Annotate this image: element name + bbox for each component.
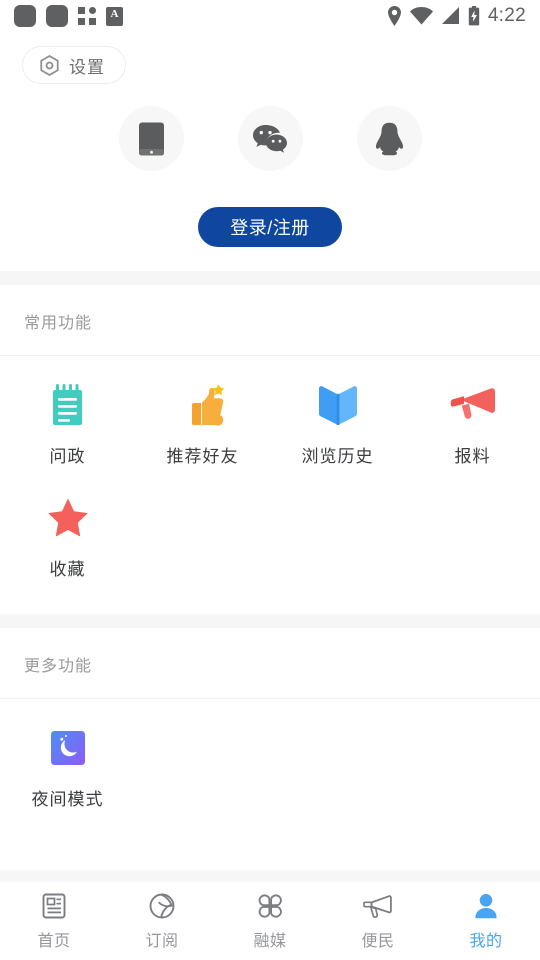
mobile-phone-icon [138,122,164,155]
nav-item-label: 融媒 [253,932,287,950]
location-pin-icon [387,6,401,26]
wechat-icon [253,124,287,153]
megaphone-outline-icon [363,894,392,918]
login-button-wrap: 登录/注册 [0,207,540,247]
cellular-signal-icon [441,7,459,24]
wechat-login-button[interactable] [237,106,303,171]
app-grid-icon [78,7,96,25]
status-bar: A 4:22 [0,0,540,32]
grid-item-label: 收藏 [49,560,86,579]
nav-item-label: 便民 [361,932,395,950]
grid-item-browse-history[interactable]: 浏览历史 [270,382,405,467]
grid-item-night-mode[interactable]: 夜间模式 [0,725,135,810]
section-divider-band [0,271,540,285]
nav-item-mine[interactable]: 我的 [432,892,540,951]
section-divider-band [0,614,540,628]
night-mode-moon-icon [48,725,88,771]
status-bar-left-icons: A [14,5,123,27]
login-methods [0,106,540,171]
grid-item-favorites[interactable]: 收藏 [0,495,135,580]
status-bar-clock: 4:22 [487,5,526,26]
nav-item-label: 首页 [37,932,71,950]
settings-label: 设置 [69,57,105,77]
grid-item-report-news[interactable]: 报料 [405,382,540,467]
person-icon [475,893,497,918]
thumbs-up-star-icon [180,382,226,428]
grid-item-label: 夜间模式 [31,790,104,809]
grid-item-label: 问政 [49,447,86,466]
status-bar-right-icons: 4:22 [387,5,526,27]
nav-item-subscribe[interactable]: 订阅 [108,892,216,951]
section-title-more: 更多功能 [24,658,93,675]
login-register-button[interactable]: 登录/注册 [198,207,342,247]
bottom-nav: 首页 订阅 融媒 便民 我的 [0,882,540,960]
open-book-icon [316,382,360,428]
app-root: A 4:22 设置 登录/注册 常用功能 问政 推荐好友 浏览历史 报料 收藏 … [0,0,540,960]
bottom-nav-divider-band [0,870,540,882]
a-badge-icon: A [106,6,123,26]
hexagon-gear-icon [40,54,59,76]
grid-item-label: 推荐好友 [166,447,239,466]
common-functions-grid: 问政 推荐好友 浏览历史 报料 收藏 [0,356,540,614]
nav-item-media[interactable]: 融媒 [216,892,324,951]
globe-subscribe-icon [149,893,175,918]
grid-item-label: 报料 [454,447,491,466]
section-title-common: 常用功能 [24,315,93,332]
settings-button[interactable]: 设置 [22,46,126,84]
grid-item-label: 浏览历史 [301,447,374,466]
newspaper-icon [42,893,66,918]
grid-item-recommend-friends[interactable]: 推荐好友 [135,382,270,467]
nav-item-convenience[interactable]: 便民 [324,892,432,951]
megaphone-icon [450,382,496,428]
qq-penguin-icon [375,122,404,155]
nav-item-home[interactable]: 首页 [0,892,108,951]
star-icon [46,495,90,541]
phone-login-button[interactable] [118,106,184,171]
rounded-square-icon [46,5,68,27]
login-block: 登录/注册 [0,84,540,247]
notepad-icon [48,382,88,428]
qq-login-button[interactable] [356,106,422,171]
nav-item-label: 订阅 [145,932,179,950]
grid-item-ask-government[interactable]: 问政 [0,382,135,467]
battery-charging-icon [468,6,480,26]
wifi-icon [409,7,433,25]
four-petal-clover-icon [258,893,282,918]
nav-item-label: 我的 [469,932,503,950]
settings-row: 设置 [0,32,540,84]
more-functions-grid: 夜间模式 [0,699,540,844]
rounded-square-icon [14,5,36,27]
